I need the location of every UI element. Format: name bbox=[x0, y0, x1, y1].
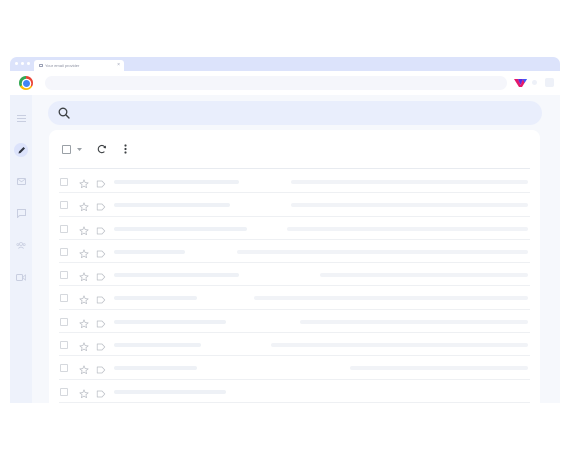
table-row[interactable] bbox=[59, 380, 530, 403]
sender-placeholder bbox=[114, 319, 226, 324]
tab-strip: Your email provider × bbox=[10, 57, 560, 71]
mail-favicon-icon bbox=[39, 64, 43, 68]
toolbar-divider bbox=[59, 168, 530, 169]
sender-placeholder bbox=[114, 249, 185, 254]
sender-placeholder bbox=[114, 366, 197, 371]
tab-close-icon[interactable]: × bbox=[117, 60, 120, 71]
important-marker-icon[interactable] bbox=[96, 223, 106, 234]
sender-placeholder bbox=[114, 180, 239, 184]
brand-extension-icon[interactable] bbox=[514, 78, 527, 88]
more-options-button[interactable] bbox=[121, 143, 129, 155]
menu-icon[interactable] bbox=[14, 111, 28, 125]
row-checkbox[interactable] bbox=[60, 317, 68, 326]
important-marker-icon[interactable] bbox=[96, 269, 106, 281]
sender-placeholder bbox=[114, 203, 230, 208]
subject-placeholder bbox=[291, 180, 528, 184]
browser-toolbar bbox=[10, 71, 560, 95]
refresh-button[interactable] bbox=[96, 143, 108, 155]
email-list bbox=[59, 170, 530, 403]
important-marker-icon[interactable] bbox=[96, 362, 106, 374]
important-marker-icon[interactable] bbox=[96, 386, 106, 398]
important-marker-icon[interactable] bbox=[96, 316, 106, 328]
row-checkbox[interactable] bbox=[60, 247, 68, 256]
profile-icon[interactable] bbox=[545, 78, 554, 87]
sender-placeholder bbox=[114, 273, 239, 278]
row-checkbox[interactable] bbox=[60, 178, 68, 186]
star-icon[interactable] bbox=[79, 199, 89, 212]
more-vertical-icon bbox=[123, 144, 127, 154]
star-icon[interactable] bbox=[79, 246, 89, 258]
address-bar[interactable] bbox=[45, 76, 507, 90]
row-checkbox[interactable] bbox=[60, 364, 68, 373]
select-menu-caret[interactable] bbox=[75, 143, 83, 155]
star-icon[interactable] bbox=[79, 386, 89, 398]
sender-placeholder bbox=[114, 226, 247, 231]
row-checkbox[interactable] bbox=[60, 294, 68, 303]
spaces-people-icon[interactable] bbox=[14, 238, 28, 252]
mail-content-area bbox=[32, 95, 560, 403]
browser-window: Your email provider × bbox=[10, 57, 560, 403]
row-checkbox[interactable] bbox=[60, 341, 68, 350]
table-row[interactable] bbox=[59, 333, 530, 357]
subject-placeholder bbox=[300, 319, 528, 324]
subject-placeholder bbox=[287, 226, 528, 231]
chrome-logo-icon bbox=[19, 76, 33, 90]
row-checkbox[interactable] bbox=[60, 387, 68, 396]
star-icon[interactable] bbox=[79, 362, 89, 375]
checkbox-icon bbox=[61, 144, 71, 154]
sender-placeholder bbox=[114, 296, 197, 301]
search-icon[interactable] bbox=[58, 107, 70, 119]
subject-placeholder bbox=[350, 366, 528, 371]
important-marker-icon[interactable] bbox=[96, 292, 106, 304]
important-marker-icon[interactable] bbox=[96, 246, 106, 258]
star-icon[interactable] bbox=[79, 269, 89, 282]
subject-placeholder bbox=[237, 249, 528, 254]
important-marker-icon[interactable] bbox=[96, 176, 106, 188]
search-input[interactable] bbox=[48, 101, 542, 125]
star-icon[interactable] bbox=[79, 339, 89, 352]
subject-placeholder bbox=[254, 296, 528, 301]
row-checkbox[interactable] bbox=[60, 224, 68, 233]
mail-icon[interactable] bbox=[14, 174, 28, 188]
sender-placeholder bbox=[114, 343, 201, 348]
window-control-dot[interactable] bbox=[21, 62, 24, 65]
table-row[interactable] bbox=[59, 356, 530, 380]
window-control-dot[interactable] bbox=[15, 62, 18, 65]
app-sidebar bbox=[10, 95, 32, 403]
subject-placeholder bbox=[271, 343, 528, 348]
subject-placeholder bbox=[320, 273, 528, 278]
table-row[interactable] bbox=[59, 193, 530, 217]
star-icon[interactable] bbox=[79, 316, 89, 328]
tab-title: Your email provider bbox=[45, 63, 80, 68]
table-row[interactable] bbox=[59, 286, 530, 310]
sender-placeholder bbox=[114, 389, 226, 394]
browser-tab[interactable]: Your email provider × bbox=[34, 60, 124, 71]
select-all-checkbox[interactable] bbox=[60, 143, 72, 155]
subject-placeholder bbox=[291, 203, 528, 208]
refresh-icon bbox=[97, 144, 106, 154]
window-control-dot[interactable] bbox=[27, 62, 30, 65]
meet-video-icon[interactable] bbox=[14, 270, 28, 284]
star-icon[interactable] bbox=[79, 176, 89, 189]
caret-down-icon bbox=[76, 147, 82, 151]
star-icon[interactable] bbox=[79, 292, 89, 305]
table-row[interactable] bbox=[59, 263, 530, 287]
compose-pencil-icon[interactable] bbox=[14, 143, 28, 157]
important-marker-icon[interactable] bbox=[96, 339, 106, 351]
table-row[interactable] bbox=[59, 217, 530, 240]
row-checkbox[interactable] bbox=[60, 271, 68, 280]
table-row[interactable] bbox=[59, 170, 530, 194]
table-row[interactable] bbox=[59, 240, 530, 264]
inbox-panel bbox=[49, 130, 540, 403]
extension-icon[interactable] bbox=[532, 80, 537, 85]
important-marker-icon[interactable] bbox=[96, 199, 106, 211]
star-icon[interactable] bbox=[79, 223, 89, 235]
row-checkbox[interactable] bbox=[60, 201, 68, 210]
table-row[interactable] bbox=[59, 310, 530, 334]
chat-icon[interactable] bbox=[14, 206, 28, 220]
